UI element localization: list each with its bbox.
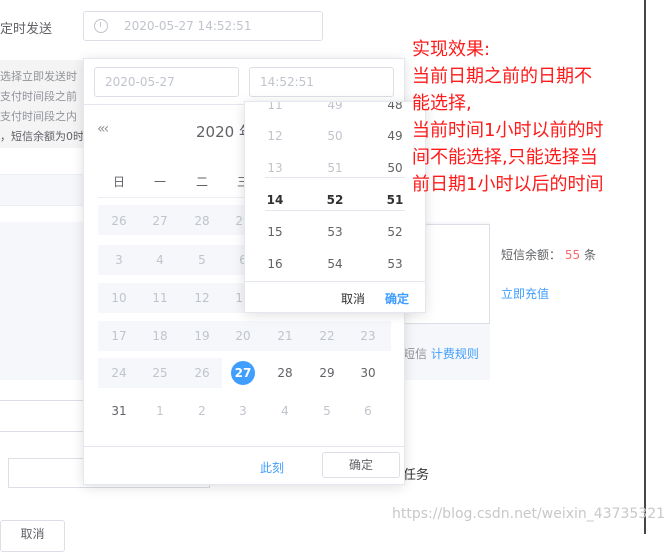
- minute-option[interactable]: 53: [305, 225, 365, 239]
- selection-line: [265, 177, 405, 178]
- hour-option: 12: [267, 129, 283, 143]
- now-button[interactable]: 此刻: [260, 459, 284, 476]
- calendar-day[interactable]: 6: [353, 404, 383, 418]
- calendar-day: 3: [115, 253, 123, 267]
- calendar-day[interactable]: 5: [312, 404, 342, 418]
- tip-line: 支付时间段之内: [0, 110, 77, 123]
- calendar-day: 25: [152, 366, 168, 380]
- task-label: 任务: [403, 468, 430, 483]
- second-option[interactable]: 52: [365, 225, 425, 239]
- calendar-day[interactable]: 3: [228, 404, 258, 418]
- picker-header: 2020-05-27 14:52:51: [84, 59, 404, 105]
- hour-option: 11: [267, 101, 283, 112]
- calendar-day[interactable]: 4: [270, 404, 300, 418]
- fee-rule-link[interactable]: 计费规则: [431, 347, 479, 361]
- calendar-day: 12: [194, 291, 210, 305]
- weekday-header: 一: [153, 175, 166, 189]
- prev-year-month-icon[interactable]: «‹: [97, 121, 109, 137]
- form-input[interactable]: [0, 400, 85, 432]
- calendar-day[interactable]: 28: [270, 366, 300, 380]
- sms-tail-text: 短信: [403, 347, 428, 361]
- calendar-day[interactable]: 2: [187, 404, 217, 418]
- second-option[interactable]: 53: [365, 257, 425, 271]
- watermark: https://blog.csdn.net/weixin_43735321: [392, 506, 666, 522]
- schedule-label: 定时发送: [0, 22, 53, 37]
- annotation-line: 能选择,: [412, 93, 472, 114]
- calendar-day: 24: [111, 366, 127, 380]
- calendar-day: 23: [360, 329, 376, 343]
- calendar-day: 11: [152, 291, 168, 305]
- tip-line: ，短信余额为0时: [0, 130, 84, 143]
- sms-balance-value: 55: [564, 248, 581, 262]
- datetime-input[interactable]: 2020-05-27 14:52:51: [83, 11, 323, 41]
- annotation-line: 实现效果:: [412, 39, 491, 60]
- calendar-day: 28: [194, 214, 210, 228]
- minute-selected[interactable]: 52: [305, 193, 365, 207]
- calendar-day: 26: [111, 214, 127, 228]
- calendar-day: 4: [156, 253, 164, 267]
- hour-option: 13: [267, 161, 283, 175]
- weekday-header: 二: [195, 175, 208, 189]
- weekday-header: 日: [112, 175, 125, 189]
- calendar-day: 21: [277, 329, 293, 343]
- annotation-line: 当前时间1小时以前的时: [412, 120, 604, 141]
- minute-option: 50: [327, 129, 343, 143]
- calendar-day-today[interactable]: 27: [231, 361, 255, 385]
- cancel-button[interactable]: 取消: [0, 520, 65, 552]
- time-input-value: 14:52:51: [260, 75, 314, 89]
- selection-line: [265, 210, 405, 211]
- recharge-link[interactable]: 立即充值: [501, 285, 549, 302]
- calendar-day[interactable]: 29: [312, 366, 342, 380]
- calendar-day: 27: [152, 214, 168, 228]
- hour-option[interactable]: 15: [245, 225, 305, 239]
- calendar-day: 5: [198, 253, 206, 267]
- calendar-day: 17: [111, 329, 127, 343]
- minute-option: 51: [327, 161, 343, 175]
- form-row: [0, 174, 84, 206]
- hour-option[interactable]: 16: [245, 257, 305, 271]
- calendar-day: 26: [194, 366, 210, 380]
- annotation-line: 前日期1小时以后的时间: [412, 174, 604, 195]
- sms-balance: 短信余额： 55 条: [501, 246, 596, 263]
- annotation-line: 当前日期之前的日期不: [412, 66, 592, 87]
- time-cancel-button[interactable]: 取消: [341, 290, 365, 307]
- window-edge: [644, 0, 671, 534]
- calendar-day: 19: [194, 329, 210, 343]
- sms-balance-prefix: 短信余额：: [501, 248, 562, 262]
- calendar-day: 10: [111, 291, 127, 305]
- datetime-value: 2020-05-27 14:52:51: [124, 19, 252, 33]
- minute-option: 49: [327, 101, 343, 112]
- sms-balance-unit: 条: [583, 248, 596, 262]
- picker-footer: 此刻 确定: [84, 446, 404, 485]
- minute-option[interactable]: 54: [305, 257, 365, 271]
- calendar-day: 22: [319, 329, 335, 343]
- time-spinner-panel: 11 49 48 12 50 49 13 51 50 14 52 51 15 5…: [244, 101, 426, 313]
- annotation-text: 实现效果: 当前日期之前的日期不 能选择, 当前时间1小时以前的时 间不能选择,…: [412, 36, 652, 198]
- confirm-button[interactable]: 确定: [322, 452, 400, 478]
- calendar-day[interactable]: 31: [104, 404, 134, 418]
- time-confirm-button[interactable]: 确定: [385, 290, 409, 307]
- date-input-value: 2020-05-27: [105, 75, 175, 89]
- calendar-day[interactable]: 30: [353, 366, 383, 380]
- tip-line: 选择立即发送时: [0, 70, 77, 83]
- date-input[interactable]: 2020-05-27: [94, 67, 239, 97]
- calendar-day: 20: [235, 329, 251, 343]
- tip-box: 选择立即发送时 支付时间段之前 支付时间段之内 ，短信余额为0时: [0, 60, 84, 148]
- time-input[interactable]: 14:52:51: [249, 67, 394, 97]
- hour-selected[interactable]: 14: [245, 193, 305, 207]
- calendar-day[interactable]: 1: [145, 404, 175, 418]
- clock-icon: [94, 19, 108, 33]
- time-spinner-footer: 取消 确定: [245, 281, 425, 312]
- annotation-line: 间不能选择,只能选择当: [412, 147, 598, 168]
- sms-tail: 短信 计费规则: [403, 345, 479, 362]
- calendar-day: 18: [152, 329, 168, 343]
- tip-line: 支付时间段之前: [0, 90, 77, 103]
